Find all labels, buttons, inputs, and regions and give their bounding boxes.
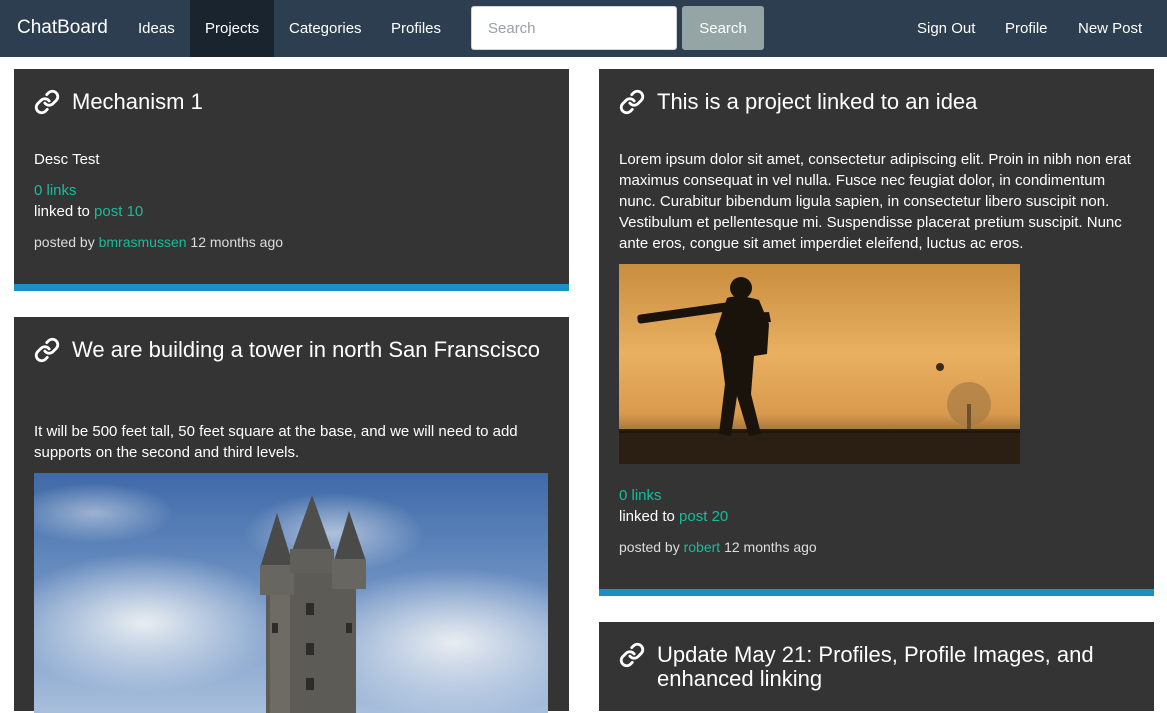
post-card: Mechanism 1 Desc Test 0 links linked to …: [14, 69, 569, 291]
linked-to-line: linked to post 10: [34, 201, 143, 222]
author-link[interactable]: bmrasmussen: [99, 234, 187, 250]
nav-projects[interactable]: Projects: [190, 0, 275, 57]
linked-to-label: linked to: [619, 508, 675, 525]
post-description: It will be 500 feet tall, 50 feet square…: [34, 423, 518, 461]
posted-by-label: posted by: [34, 234, 95, 250]
nav-sign-out[interactable]: Sign Out: [902, 0, 990, 57]
post-description: Desc Test: [34, 151, 100, 168]
link-icon: [34, 89, 60, 115]
tower-photo: [34, 473, 548, 713]
search-input[interactable]: [471, 6, 677, 50]
brand-logo[interactable]: ChatBoard: [17, 17, 108, 39]
post-card: We are building a tower in north San Fra…: [14, 317, 569, 713]
post-title[interactable]: We are building a tower in north San Fra…: [72, 338, 542, 362]
post-title[interactable]: Mechanism 1: [72, 90, 203, 114]
link-icon: [34, 337, 60, 363]
link-icon: [619, 642, 645, 668]
post-title[interactable]: Update May 21: Profiles, Profile Images,…: [657, 643, 1137, 691]
posted-by-label: posted by: [619, 539, 680, 555]
post-title[interactable]: This is a project linked to an idea: [657, 90, 977, 114]
author-link[interactable]: robert: [684, 539, 721, 555]
post-time: 12 months ago: [724, 539, 817, 555]
nav-categories[interactable]: Categories: [274, 0, 377, 57]
linked-post-link[interactable]: post 20: [679, 508, 728, 525]
posted-by-line: posted by bmrasmussen 12 months ago: [34, 233, 283, 251]
nav-ideas[interactable]: Ideas: [123, 0, 190, 57]
linked-to-label: linked to: [34, 203, 90, 220]
post-time: 12 months ago: [190, 234, 284, 250]
nav-profiles[interactable]: Profiles: [376, 0, 456, 57]
cricket-batsman-photo: [619, 264, 1020, 464]
link-icon: [619, 89, 645, 115]
links-count-link[interactable]: 0 links: [619, 485, 662, 506]
linked-to-line: linked to post 20: [619, 506, 728, 527]
links-count-link[interactable]: 0 links: [34, 180, 77, 201]
top-navbar: ChatBoard Ideas Projects Categories Prof…: [0, 0, 1167, 57]
linked-post-link[interactable]: post 10: [94, 203, 143, 220]
nav-profile[interactable]: Profile: [990, 0, 1063, 57]
post-description: Lorem ipsum dolor sit amet, consectetur …: [619, 151, 1131, 252]
posted-by-line: posted by robert 12 months ago: [619, 538, 817, 556]
nav-new-post[interactable]: New Post: [1063, 0, 1157, 57]
post-card: This is a project linked to an idea Lore…: [599, 69, 1154, 596]
post-card: Update May 21: Profiles, Profile Images,…: [599, 622, 1154, 711]
search-button[interactable]: Search: [682, 6, 764, 50]
